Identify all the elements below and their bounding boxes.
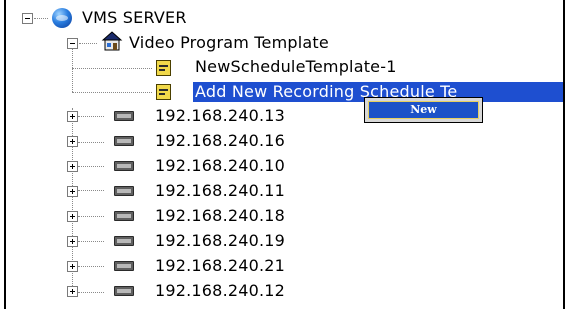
- device-icon: [114, 236, 134, 246]
- context-menu: New: [364, 97, 483, 123]
- tree-connector: [78, 190, 104, 191]
- expand-device-toggle[interactable]: [67, 286, 78, 297]
- tree-connector: [78, 216, 104, 217]
- tree-node-device[interactable]: 192.168.240.21: [153, 256, 287, 276]
- tree-node-device[interactable]: 192.168.240.12: [153, 281, 287, 301]
- tree-node-video-program-template[interactable]: Video Program Template: [127, 33, 331, 53]
- tree-node-vms-server[interactable]: VMS SERVER: [80, 8, 189, 28]
- tree-node-template[interactable]: NewScheduleTemplate-1: [193, 57, 399, 77]
- expand-device-toggle[interactable]: [67, 136, 78, 147]
- expand-device-toggle[interactable]: [67, 161, 78, 172]
- tree-connector: [78, 166, 104, 167]
- tree-connector: [79, 43, 97, 44]
- tree-connector: [72, 92, 152, 93]
- collapse-root-toggle[interactable]: [22, 13, 33, 24]
- tree-node-device[interactable]: 192.168.240.13: [153, 106, 287, 126]
- tree-connector: [78, 142, 104, 143]
- device-icon: [114, 261, 134, 271]
- template-doc-icon: [156, 84, 171, 100]
- device-icon: [114, 136, 134, 146]
- tree-node-device[interactable]: 192.168.240.10: [153, 156, 287, 176]
- expand-device-toggle[interactable]: [67, 211, 78, 222]
- device-icon: [114, 111, 134, 121]
- tree-connector: [78, 241, 104, 242]
- device-icon: [114, 186, 134, 196]
- device-icon: [114, 211, 134, 221]
- context-menu-new[interactable]: New: [368, 101, 479, 119]
- tree-connector: [34, 18, 48, 19]
- template-doc-icon: [156, 60, 171, 76]
- device-icon: [114, 286, 134, 296]
- tree-connector: [78, 116, 104, 117]
- tree-connector: [78, 292, 104, 293]
- tree-connector: [78, 266, 104, 267]
- tree-connector: [72, 68, 152, 69]
- device-icon: [114, 161, 134, 171]
- globe-icon: [52, 8, 72, 28]
- expand-device-toggle[interactable]: [67, 236, 78, 247]
- expand-device-toggle[interactable]: [67, 186, 78, 197]
- expand-device-toggle[interactable]: [67, 111, 78, 122]
- tree-node-device[interactable]: 192.168.240.16: [153, 131, 287, 151]
- server-tree: VMS SERVER Video Program Template NewSch…: [0, 0, 566, 309]
- tree-node-device[interactable]: 192.168.240.11: [153, 181, 287, 201]
- house-icon: [101, 31, 123, 51]
- collapse-template-toggle[interactable]: [67, 38, 78, 49]
- tree-node-device[interactable]: 192.168.240.19: [153, 231, 287, 251]
- expand-device-toggle[interactable]: [67, 261, 78, 272]
- tree-node-device[interactable]: 192.168.240.18: [153, 206, 287, 226]
- tree-connector: [72, 46, 73, 92]
